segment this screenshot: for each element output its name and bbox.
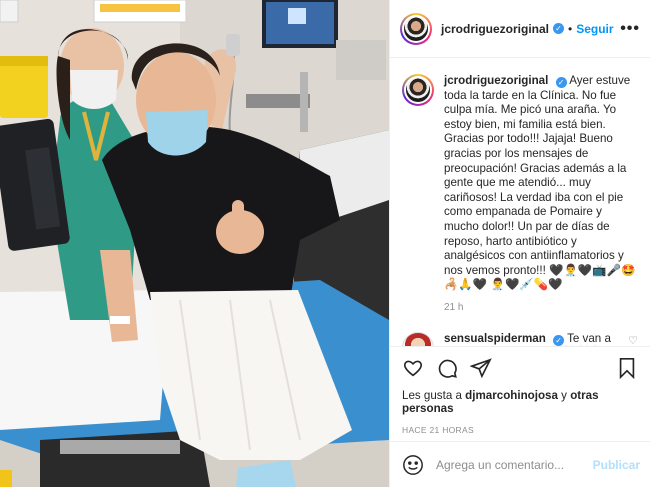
- post-header: jcrodriguezoriginal ✓ • Seguir •••: [390, 0, 650, 58]
- likes-user[interactable]: djmarcohinojosa: [465, 389, 558, 402]
- post-timestamp[interactable]: HACE 21 HORAS: [402, 425, 640, 435]
- commenter-avatar[interactable]: [402, 331, 434, 346]
- author-username[interactable]: jcrodriguezoriginal: [441, 22, 549, 36]
- bookmark-icon[interactable]: [616, 357, 640, 381]
- commenter-username[interactable]: sensualspiderman: [444, 332, 546, 345]
- caption-body: jcrodriguezoriginal ✓ Ayer estuve toda l…: [444, 74, 638, 316]
- follow-button[interactable]: Seguir: [576, 22, 613, 36]
- comment-item: sensualspiderman ✓ Te van a crecer las n…: [402, 331, 638, 347]
- post-side-panel: jcrodriguezoriginal ✓ • Seguir ••• jcrod…: [389, 0, 650, 487]
- comment-input[interactable]: [436, 457, 593, 472]
- likes-middle: y: [557, 389, 571, 402]
- caption-author-avatar[interactable]: [402, 74, 434, 106]
- caption-username[interactable]: jcrodriguezoriginal: [444, 74, 548, 87]
- add-comment-bar: Publicar: [390, 441, 650, 487]
- comments-section[interactable]: jcrodriguezoriginal ✓ Ayer estuve toda l…: [390, 58, 650, 346]
- likes-prefix: Les gusta a: [402, 389, 466, 402]
- caption-time[interactable]: 21 h: [444, 301, 638, 316]
- header-separator: •: [568, 21, 573, 36]
- verified-badge-icon: ✓: [553, 23, 565, 34]
- caption-text: Ayer estuve toda la tarde en la Clínica.…: [444, 74, 636, 292]
- heart-icon[interactable]: [402, 357, 426, 381]
- likes-summary: Les gusta a djmarcohinojosa y otras pers…: [402, 389, 640, 415]
- share-icon[interactable]: [469, 357, 494, 381]
- comment-body: sensualspiderman ✓ Te van a crecer las n…: [444, 332, 628, 347]
- comment-like-heart-icon[interactable]: ♡: [628, 332, 638, 347]
- publish-button[interactable]: Publicar: [593, 458, 640, 472]
- post-photo-illustration: [0, 0, 389, 487]
- commenter-verified-badge-icon: ✓: [553, 334, 565, 346]
- caption-row: jcrodriguezoriginal ✓ Ayer estuve toda l…: [402, 74, 638, 316]
- action-icons: [402, 357, 640, 381]
- post-actions: Les gusta a djmarcohinojosa y otras pers…: [390, 346, 650, 441]
- author-avatar[interactable]: [400, 12, 432, 45]
- post-photo[interactable]: [0, 0, 389, 487]
- caption-verified-badge-icon: ✓: [555, 77, 567, 88]
- more-options-icon[interactable]: •••: [620, 20, 640, 38]
- comment-icon[interactable]: [436, 357, 460, 381]
- emoji-icon[interactable]: [402, 454, 424, 476]
- instagram-post: jcrodriguezoriginal ✓ • Seguir ••• jcrod…: [0, 0, 650, 487]
